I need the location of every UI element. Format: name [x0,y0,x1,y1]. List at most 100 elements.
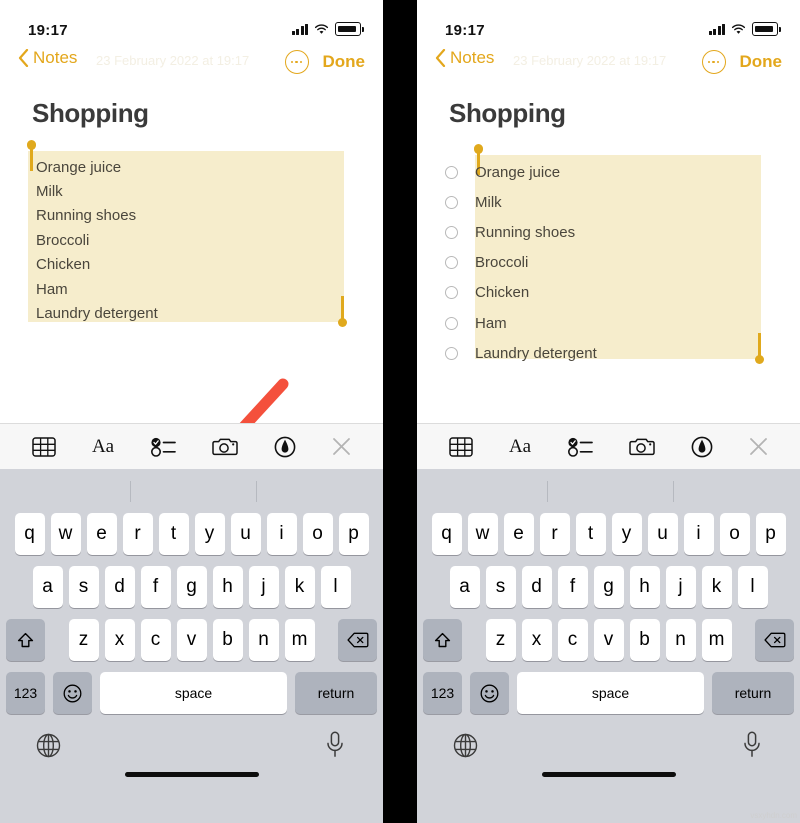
key-b[interactable]: b [212,619,243,661]
close-icon[interactable] [332,437,351,456]
key-m[interactable]: m [284,619,315,661]
key-v[interactable]: v [593,619,624,661]
key-y[interactable]: y [611,513,642,555]
checkbox-unchecked-icon[interactable] [445,195,458,209]
predictive-text-bar[interactable] [417,469,800,513]
key-d[interactable]: d [521,566,552,608]
checkbox-unchecked-icon[interactable] [445,316,458,330]
emoji-smiley-icon[interactable] [470,672,509,714]
checklist-item[interactable]: Ham [417,308,800,338]
camera-icon[interactable] [212,437,238,457]
key-l[interactable]: l [320,566,351,608]
table-icon[interactable] [32,436,56,457]
markup-pen-icon[interactable] [274,436,296,458]
list-item[interactable]: Running shoes [0,204,383,228]
key-t[interactable]: t [575,513,606,555]
key-j[interactable]: j [248,566,279,608]
back-to-notes-button[interactable]: Notes [18,48,77,68]
key-z[interactable]: z [485,619,516,661]
key-g[interactable]: g [176,566,207,608]
markup-pen-icon[interactable] [691,436,713,458]
microphone-icon[interactable] [325,731,345,763]
key-e[interactable]: e [503,513,534,555]
predictive-text-bar[interactable] [0,469,383,513]
checkbox-unchecked-icon[interactable] [445,256,458,270]
key-s[interactable]: s [68,566,99,608]
checklist-item[interactable]: Chicken [417,278,800,308]
numbers-key[interactable]: 123 [6,672,45,714]
key-q[interactable]: q [431,513,462,555]
key-i[interactable]: i [266,513,297,555]
text-format-icon[interactable]: Aa [509,436,531,458]
back-to-notes-button[interactable]: Notes [435,48,494,68]
key-n[interactable]: n [248,619,279,661]
list-item[interactable]: Chicken [0,253,383,277]
key-z[interactable]: z [68,619,99,661]
globe-icon[interactable] [36,733,61,763]
close-icon[interactable] [749,437,768,456]
return-key[interactable]: return [712,672,794,714]
key-p[interactable]: p [755,513,786,555]
key-a[interactable]: a [449,566,480,608]
checkbox-unchecked-icon[interactable] [445,346,458,360]
key-g[interactable]: g [593,566,624,608]
key-n[interactable]: n [665,619,696,661]
key-f[interactable]: f [140,566,171,608]
list-item[interactable]: Orange juice [0,155,383,179]
key-r[interactable]: r [539,513,570,555]
key-c[interactable]: c [140,619,171,661]
microphone-icon[interactable] [742,731,762,763]
key-x[interactable]: x [104,619,135,661]
ellipsis-circle-icon[interactable] [701,50,726,74]
key-q[interactable]: q [14,513,45,555]
key-k[interactable]: k [284,566,315,608]
list-item[interactable]: Milk [0,179,383,203]
key-f[interactable]: f [557,566,588,608]
key-l[interactable]: l [737,566,768,608]
key-t[interactable]: t [158,513,189,555]
key-h[interactable]: h [212,566,243,608]
text-format-icon[interactable]: Aa [92,436,114,458]
key-d[interactable]: d [104,566,135,608]
shift-up-icon[interactable] [423,619,462,661]
checklist-icon[interactable] [567,437,593,457]
table-icon[interactable] [449,436,473,457]
emoji-smiley-icon[interactable] [53,672,92,714]
key-s[interactable]: s [485,566,516,608]
done-button[interactable]: Done [323,52,366,72]
list-item[interactable]: Laundry detergent [0,301,383,325]
home-indicator[interactable] [124,772,259,777]
backspace-icon[interactable] [755,619,794,661]
key-y[interactable]: y [194,513,225,555]
globe-icon[interactable] [453,733,478,763]
list-item[interactable]: Broccoli [0,228,383,252]
key-c[interactable]: c [557,619,588,661]
key-a[interactable]: a [32,566,63,608]
key-j[interactable]: j [665,566,696,608]
checklist-item[interactable]: Laundry detergent [417,338,800,368]
key-v[interactable]: v [176,619,207,661]
home-indicator[interactable] [541,772,676,777]
checkbox-unchecked-icon[interactable] [445,225,458,239]
checkbox-unchecked-icon[interactable] [445,165,458,179]
key-i[interactable]: i [683,513,714,555]
key-e[interactable]: e [86,513,117,555]
checklist-item[interactable]: Milk [417,187,800,217]
key-o[interactable]: o [302,513,333,555]
key-k[interactable]: k [701,566,732,608]
note-body-after[interactable]: Orange juice Milk Running shoes Broccoli… [417,144,800,381]
camera-icon[interactable] [629,437,655,457]
done-button[interactable]: Done [740,52,783,72]
key-h[interactable]: h [629,566,660,608]
note-body-before[interactable]: Orange juice Milk Running shoes Broccoli… [0,140,383,381]
backspace-icon[interactable] [338,619,377,661]
space-key[interactable]: space [100,672,287,714]
key-r[interactable]: r [122,513,153,555]
return-key[interactable]: return [295,672,377,714]
key-u[interactable]: u [647,513,678,555]
key-o[interactable]: o [719,513,750,555]
ellipsis-circle-icon[interactable] [284,50,309,74]
key-x[interactable]: x [521,619,552,661]
space-key[interactable]: space [517,672,704,714]
key-b[interactable]: b [629,619,660,661]
